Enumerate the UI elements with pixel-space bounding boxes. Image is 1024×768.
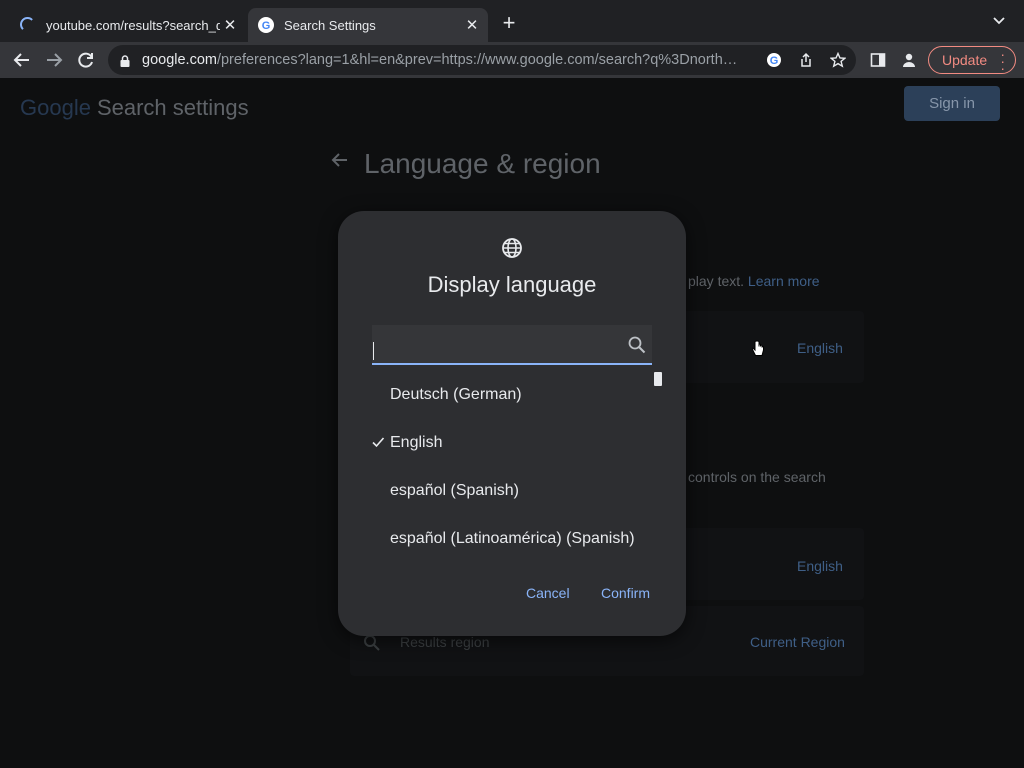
tab-title: youtube.com/results?search_q <box>46 17 220 33</box>
share-icon[interactable] <box>798 52 814 68</box>
dialog-title: Display language <box>427 272 597 297</box>
sign-in-button[interactable]: Sign in <box>904 86 1000 121</box>
google-favicon-icon: G <box>258 17 274 33</box>
language-option-german[interactable]: Deutsch (German) <box>368 371 652 419</box>
side-panel-icon[interactable] <box>870 52 886 73</box>
back-icon[interactable] <box>12 50 32 70</box>
tab-youtube[interactable]: youtube.com/results?search_q ✕ <box>10 8 246 42</box>
lock-icon[interactable] <box>120 54 130 72</box>
forward-icon[interactable] <box>44 50 64 70</box>
close-tab-icon[interactable]: ✕ <box>462 16 482 34</box>
language-option-label: Deutsch (German) <box>390 386 522 403</box>
tab-title: Search Settings <box>284 17 376 33</box>
back-arrow-icon[interactable] <box>330 150 350 176</box>
language-option-spanish[interactable]: español (Spanish) <box>368 467 652 515</box>
learn-more-link[interactable]: Learn more <box>748 273 820 289</box>
tab-search-settings[interactable]: G Search Settings ✕ <box>248 8 488 42</box>
brand-name: Google <box>20 95 91 120</box>
confirm-button[interactable]: Confirm <box>601 585 650 601</box>
url-host: google.com <box>142 52 217 68</box>
region-search-icon <box>362 633 382 658</box>
address-bar[interactable]: google.com/preferences?lang=1&hl=en&prev… <box>108 45 856 75</box>
results-region-value[interactable]: Current Region <box>750 634 845 650</box>
language-search-input[interactable] <box>372 333 616 357</box>
update-button[interactable]: Update · · · <box>928 46 1016 75</box>
display-language-dialog: Display language Deutsch (German) Englis… <box>338 211 686 636</box>
language-option-label: English <box>390 434 443 451</box>
google-lens-icon[interactable]: G <box>766 52 782 68</box>
language-option-spanish-latam[interactable]: español (Latinoamérica) (Spanish) <box>368 515 652 563</box>
display-language-value[interactable]: English <box>797 340 843 356</box>
menu-icon[interactable]: · · · <box>1000 47 1005 75</box>
results-region-label: Results region <box>400 634 490 650</box>
update-label: Update <box>942 52 988 68</box>
google-logo: Google Search settings <box>20 95 249 121</box>
loading-spinner-icon <box>20 17 36 33</box>
brand-suffix: Search settings <box>96 95 249 120</box>
language-list: Deutsch (German) English español (Spanis… <box>368 371 652 563</box>
url-path: /preferences?lang=1&hl=en&prev=https://w… <box>216 52 738 68</box>
toolbar: google.com/preferences?lang=1&hl=en&prev… <box>0 42 1024 78</box>
cancel-button[interactable]: Cancel <box>526 585 570 601</box>
language-search-field[interactable] <box>372 325 652 365</box>
display-language-description: play text. Learn more <box>688 273 820 289</box>
new-tab-button[interactable]: + <box>498 12 520 34</box>
checkmark-icon <box>371 435 385 454</box>
language-option-english[interactable]: English <box>368 419 652 467</box>
text-caret <box>373 342 374 360</box>
close-tab-icon[interactable]: ✕ <box>220 16 240 34</box>
svg-text:G: G <box>262 20 271 32</box>
url-text[interactable]: google.com/preferences?lang=1&hl=en&prev… <box>142 52 752 68</box>
reload-icon[interactable] <box>76 50 96 70</box>
hand-cursor-icon <box>751 340 765 363</box>
tab-search-chevron-icon[interactable] <box>992 14 1006 33</box>
language-option-label: español (Spanish) <box>390 482 519 499</box>
search-icon[interactable] <box>628 336 646 359</box>
star-icon[interactable] <box>829 51 847 68</box>
page-title: Language & region <box>364 148 601 179</box>
profile-icon[interactable] <box>901 52 917 73</box>
scrollbar-thumb[interactable] <box>654 372 662 386</box>
language-option-label: español (Latinoamérica) (Spanish) <box>390 530 635 547</box>
search-language-description: controls on the search <box>688 469 826 485</box>
search-language-value[interactable]: English <box>797 558 843 574</box>
globe-icon <box>500 236 524 265</box>
tab-strip: youtube.com/results?search_q ✕ G Search … <box>0 0 1024 42</box>
svg-text:G: G <box>770 55 779 67</box>
